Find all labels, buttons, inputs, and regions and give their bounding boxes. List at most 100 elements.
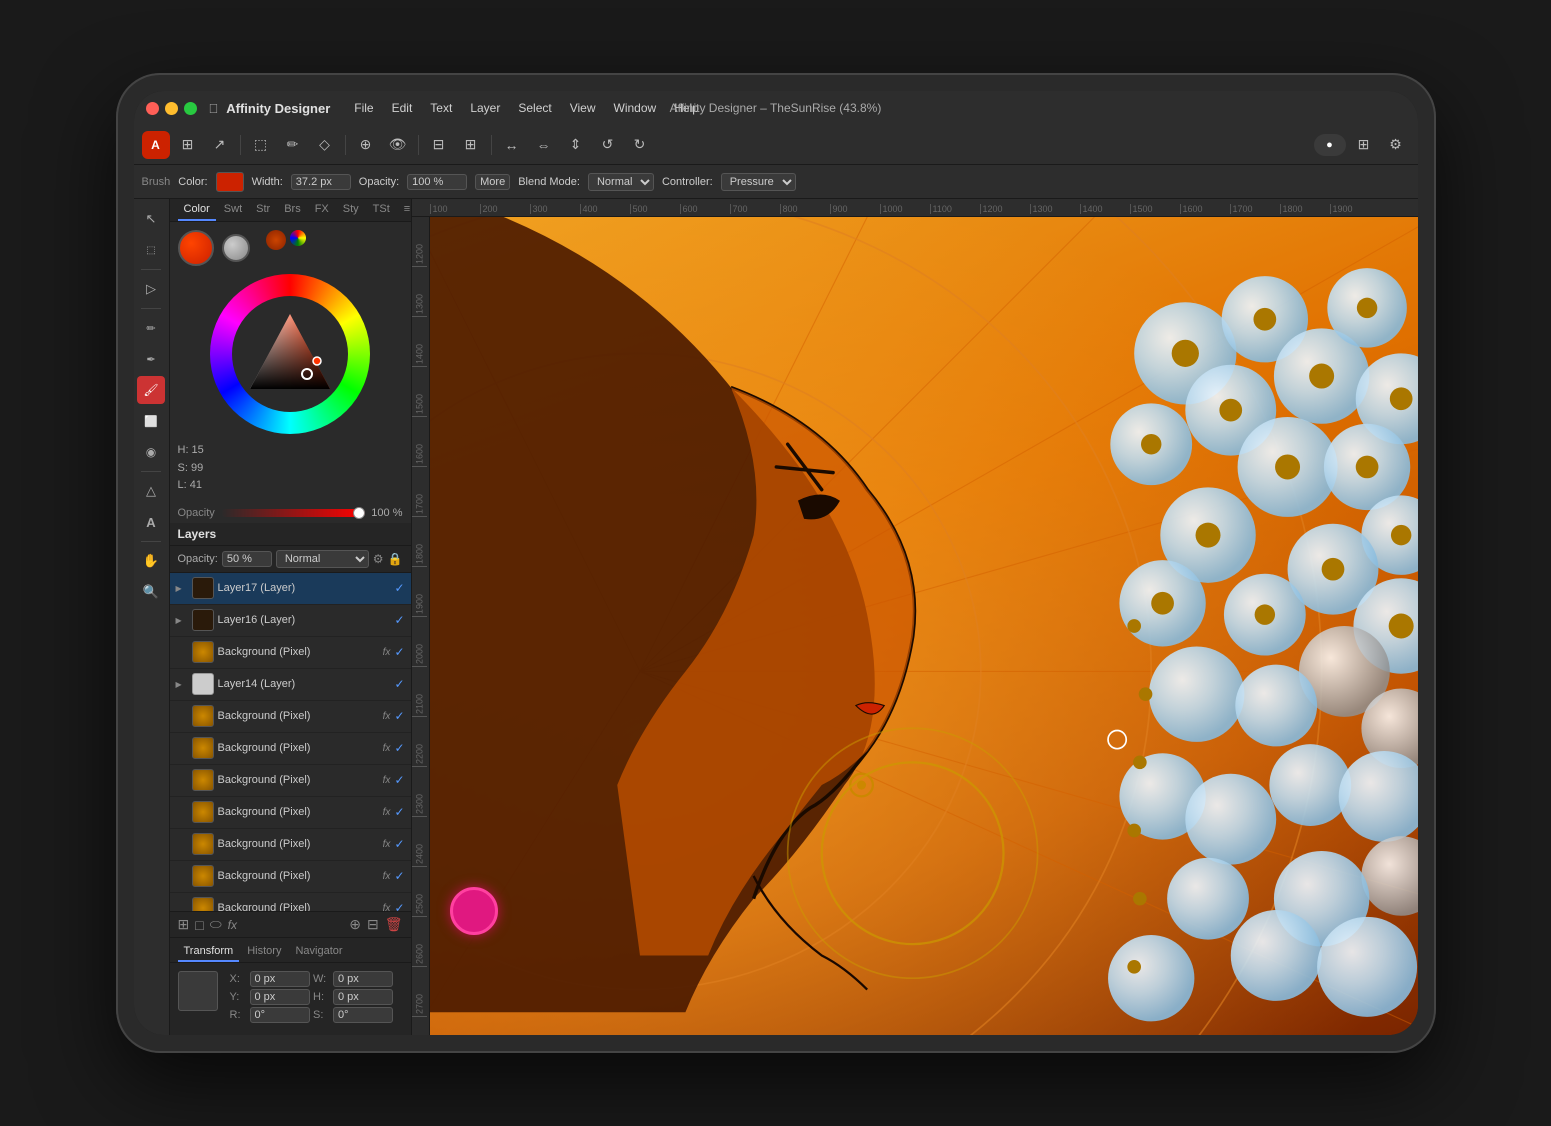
more-button[interactable]: More [475, 174, 510, 190]
menu-file[interactable]: File [346, 99, 381, 117]
expand-icon[interactable]: ▶ [176, 680, 188, 689]
layer-fx-icon[interactable]: fx [383, 743, 391, 754]
studio-icon[interactable]: ● [1314, 134, 1346, 156]
layer-item[interactable]: Background (Pixel) fx ✓ [170, 765, 411, 797]
layer-visibility-check[interactable]: ✓ [394, 709, 404, 723]
add-pixel-icon[interactable]: □ [195, 917, 203, 933]
layer-visibility-check[interactable]: ✓ [394, 837, 404, 851]
grid-icon[interactable]: ⊞ [174, 131, 202, 159]
layer-fx-icon[interactable]: fx [383, 839, 391, 850]
share-icon[interactable]: ↗ [206, 131, 234, 159]
menu-view[interactable]: View [562, 99, 604, 117]
color-wheel-container[interactable] [210, 274, 370, 434]
tab-color[interactable]: Color [178, 199, 216, 221]
layer-fx-icon[interactable]: fx [383, 807, 391, 818]
arrange-icon[interactable]: ⊞ [457, 131, 485, 159]
primary-color-swatch[interactable] [178, 230, 214, 266]
text-tool[interactable]: A [137, 508, 165, 536]
width-input[interactable] [291, 174, 351, 190]
align-icon[interactable]: ⊟ [425, 131, 453, 159]
tab-swatches[interactable]: Swt [218, 199, 248, 221]
paint-brush-tool[interactable]: 🖌 [137, 376, 165, 404]
tab-brushes[interactable]: Brs [278, 199, 307, 221]
fill-tool[interactable]: ◉ [137, 438, 165, 466]
layer-fx-icon[interactable]: fx [383, 871, 391, 882]
layer-item[interactable]: ▶ Layer17 (Layer) ✓ [170, 573, 411, 605]
rotate-r-icon[interactable]: ↻ [626, 131, 654, 159]
layer-item[interactable]: ▶ Layer14 (Layer) ✓ [170, 669, 411, 701]
color-wheel-mini[interactable] [290, 230, 306, 246]
layer-item[interactable]: Background (Pixel) fx ✓ [170, 893, 411, 911]
layer-item[interactable]: ▶ Layer16 (Layer) ✓ [170, 605, 411, 637]
layer-fx-icon[interactable]: fx [383, 711, 391, 722]
layer-visibility-check[interactable]: ✓ [394, 645, 404, 659]
flip-h-icon[interactable]: ⇔ [530, 131, 558, 159]
layer-visibility-check[interactable]: ✓ [394, 581, 404, 595]
menu-window[interactable]: Window [606, 99, 665, 117]
pen-tool[interactable]: ▷ [137, 275, 165, 303]
hand-tool[interactable]: ✋ [137, 547, 165, 575]
rotate-l-icon[interactable]: ↺ [594, 131, 622, 159]
tab-tst[interactable]: TSt [367, 199, 396, 221]
color-swatch[interactable] [216, 172, 244, 192]
layer-fx-icon[interactable]: fx [383, 903, 391, 911]
s-input[interactable] [333, 1007, 393, 1023]
menu-edit[interactable]: Edit [384, 99, 421, 117]
layer-visibility-check[interactable]: ✓ [394, 613, 404, 627]
layer-item[interactable]: Background (Pixel) fx ✓ [170, 797, 411, 829]
zoom-tool[interactable]: 🔍 [137, 578, 165, 606]
r-input[interactable] [250, 1007, 310, 1023]
secondary-color-swatch[interactable] [222, 234, 250, 262]
color-preset-1[interactable] [266, 230, 286, 250]
expand-icon[interactable]: ▶ [176, 616, 188, 625]
tab-styles[interactable]: Sty [337, 199, 365, 221]
pen-icon[interactable]: ✏ [279, 131, 307, 159]
erase-tool[interactable]: ⬜ [137, 407, 165, 435]
x-input[interactable] [250, 971, 310, 987]
layer-visibility-check[interactable]: ✓ [394, 805, 404, 819]
node-icon[interactable]: ◇ [311, 131, 339, 159]
controller-select[interactable]: Pressure [721, 173, 796, 191]
select-icon[interactable]: ⬚ [247, 131, 275, 159]
blend-mode-select[interactable]: Normal [588, 173, 654, 191]
layer-fx-icon[interactable]: fx [383, 775, 391, 786]
node-tool[interactable]: ⬚ [137, 236, 165, 264]
layer-item[interactable]: Background (Pixel) fx ✓ [170, 637, 411, 669]
tab-navigator[interactable]: Navigator [289, 942, 348, 962]
layer-item[interactable]: Background (Pixel) fx ✓ [170, 701, 411, 733]
close-button[interactable] [146, 102, 159, 115]
move-icon[interactable]: ↔ [498, 131, 526, 159]
pencil-tool[interactable]: ✏ [137, 314, 165, 342]
layer-fx-icon[interactable]: fx [383, 647, 391, 658]
h-input[interactable] [333, 989, 393, 1005]
view-icon[interactable]: 👁 [384, 131, 412, 159]
duplicate-icon[interactable]: ⊟ [367, 916, 379, 933]
layer-visibility-check[interactable]: ✓ [394, 741, 404, 755]
flip-v-icon[interactable]: ⇕ [562, 131, 590, 159]
tab-transform[interactable]: Transform [178, 942, 240, 962]
tab-history[interactable]: History [241, 942, 287, 962]
select-tool[interactable]: ↖ [137, 205, 165, 233]
maximize-button[interactable] [184, 102, 197, 115]
layer-item[interactable]: Background (Pixel) fx ✓ [170, 733, 411, 765]
opacity-thumb[interactable] [353, 507, 365, 519]
expand-icon[interactable]: ▶ [176, 584, 188, 593]
layer-item[interactable]: Background (Pixel) fx ✓ [170, 861, 411, 893]
group-icon[interactable]: ⊞ [178, 916, 190, 933]
layer-visibility-check[interactable]: ✓ [394, 901, 404, 911]
opacity-input[interactable] [407, 174, 467, 190]
layer-visibility-check[interactable]: ✓ [394, 677, 404, 691]
layers-blend-select[interactable]: Normal [276, 550, 369, 568]
menu-select[interactable]: Select [510, 99, 559, 117]
tab-fx[interactable]: FX [309, 199, 335, 221]
y-input[interactable] [250, 989, 310, 1005]
zoom-icon[interactable]: ⊕ [352, 131, 380, 159]
layer-visibility-check[interactable]: ✓ [394, 773, 404, 787]
mask-icon[interactable]: ⬭ [210, 916, 222, 933]
opacity-slider[interactable] [221, 509, 366, 517]
minimize-button[interactable] [165, 102, 178, 115]
layer-item[interactable]: Background (Pixel) fx ✓ [170, 829, 411, 861]
canvas-viewport[interactable] [430, 217, 1418, 1035]
add-layer-icon[interactable]: ⊕ [349, 916, 361, 933]
personas-icon[interactable]: ⊞ [1350, 131, 1378, 159]
